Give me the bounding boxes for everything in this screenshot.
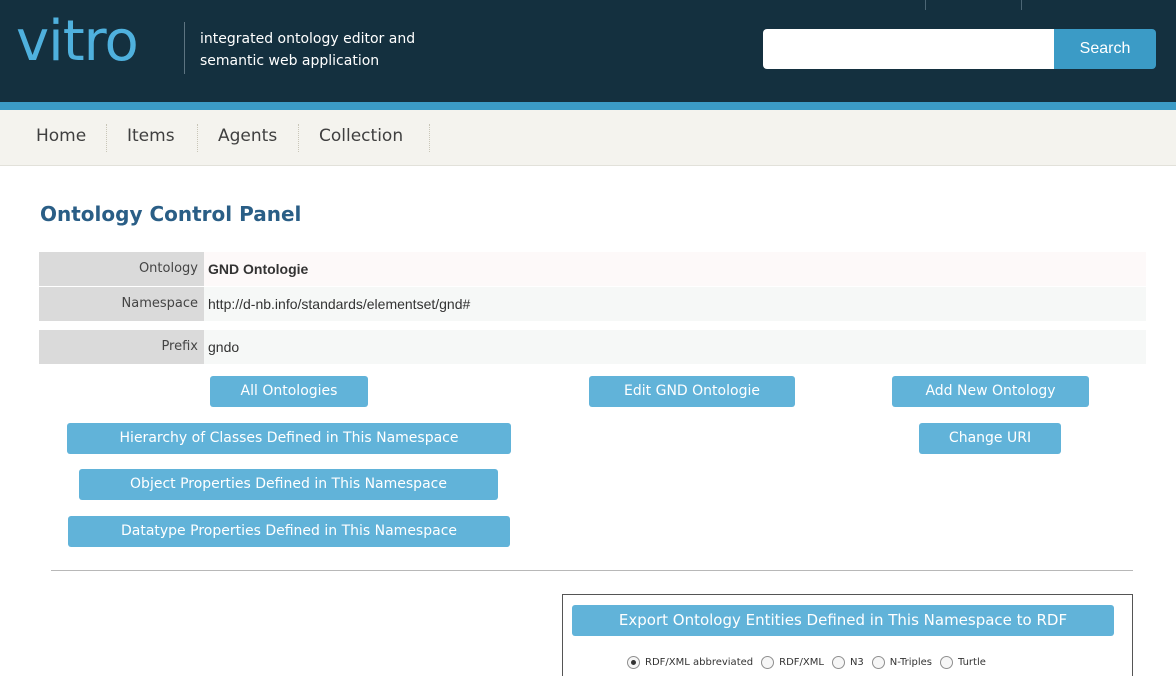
- datatype-properties-button[interactable]: Datatype Properties Defined in This Name…: [68, 516, 510, 547]
- class-hierarchy-button[interactable]: Hierarchy of Classes Defined in This Nam…: [67, 423, 511, 454]
- format-option[interactable]: Turtle: [939, 655, 986, 669]
- header-divider: [1021, 0, 1022, 10]
- header-stripe: [0, 102, 1176, 110]
- edit-ontology-button[interactable]: Edit GND Ontologie: [589, 376, 795, 407]
- nav-separator: [197, 124, 198, 152]
- nav-separator: [106, 124, 107, 152]
- nav-separator: [298, 124, 299, 152]
- vitro-logo[interactable]: vitro: [16, 6, 139, 78]
- radio-icon[interactable]: [939, 655, 953, 669]
- radio-icon[interactable]: [761, 655, 775, 669]
- search-input[interactable]: [763, 29, 1055, 69]
- object-properties-button[interactable]: Object Properties Defined in This Namesp…: [79, 469, 498, 500]
- nav-item-home[interactable]: Home: [36, 110, 86, 166]
- radio-icon[interactable]: [871, 655, 885, 669]
- format-label: Turtle: [957, 656, 986, 668]
- nav-item-items[interactable]: Items: [127, 110, 175, 166]
- main-nav: Home Items Agents Collection: [0, 110, 1176, 166]
- format-label: RDF/XML: [779, 656, 824, 668]
- format-option[interactable]: N-Triples: [871, 655, 932, 669]
- prefix-label: Prefix: [39, 330, 204, 364]
- namespace-row: Namespace http://d-nb.info/standards/ele…: [39, 287, 1146, 321]
- export-rdf-button[interactable]: Export Ontology Entities Defined in This…: [572, 605, 1114, 636]
- format-label: N-Triples: [889, 656, 932, 668]
- prefix-row: Prefix gndo: [39, 330, 1146, 364]
- tagline-line: integrated ontology editor and: [200, 31, 416, 47]
- radio-checked-icon[interactable]: [627, 655, 640, 669]
- nav-separator: [429, 124, 430, 152]
- logo-divider: [184, 22, 185, 74]
- format-label: N3: [849, 656, 864, 668]
- export-panel: Export Ontology Entities Defined in This…: [562, 594, 1133, 676]
- format-option[interactable]: N3: [831, 655, 864, 669]
- radio-icon[interactable]: [831, 655, 845, 669]
- nav-item-agents[interactable]: Agents: [218, 110, 277, 166]
- format-label: RDF/XML abbreviated: [645, 656, 754, 668]
- site-tagline: integrated ontology editor and semantic …: [200, 28, 500, 72]
- ontology-label: Ontology: [39, 252, 204, 286]
- section-divider: [51, 570, 1133, 571]
- change-uri-button[interactable]: Change URI: [919, 423, 1061, 454]
- tagline-line: semantic web application: [200, 53, 380, 69]
- search-button[interactable]: Search: [1054, 29, 1156, 69]
- header-divider: [925, 0, 926, 10]
- namespace-value: http://d-nb.info/standards/elementset/gn…: [204, 287, 1146, 321]
- ontology-value: GND Ontologie: [204, 252, 1146, 286]
- format-option[interactable]: RDF/XML: [761, 655, 824, 669]
- page-title: Ontology Control Panel: [40, 202, 302, 226]
- all-ontologies-button[interactable]: All Ontologies: [210, 376, 368, 407]
- namespace-label: Namespace: [39, 287, 204, 321]
- format-option[interactable]: RDF/XML abbreviated: [627, 655, 754, 669]
- format-options: RDF/XML abbreviated RDF/XML N3 N-Triples…: [627, 652, 994, 672]
- nav-item-collection[interactable]: Collection: [319, 110, 403, 166]
- prefix-value: gndo: [204, 330, 1146, 364]
- site-header: vitro integrated ontology editor and sem…: [0, 0, 1176, 102]
- ontology-row: Ontology GND Ontologie: [39, 252, 1146, 286]
- add-ontology-button[interactable]: Add New Ontology: [892, 376, 1089, 407]
